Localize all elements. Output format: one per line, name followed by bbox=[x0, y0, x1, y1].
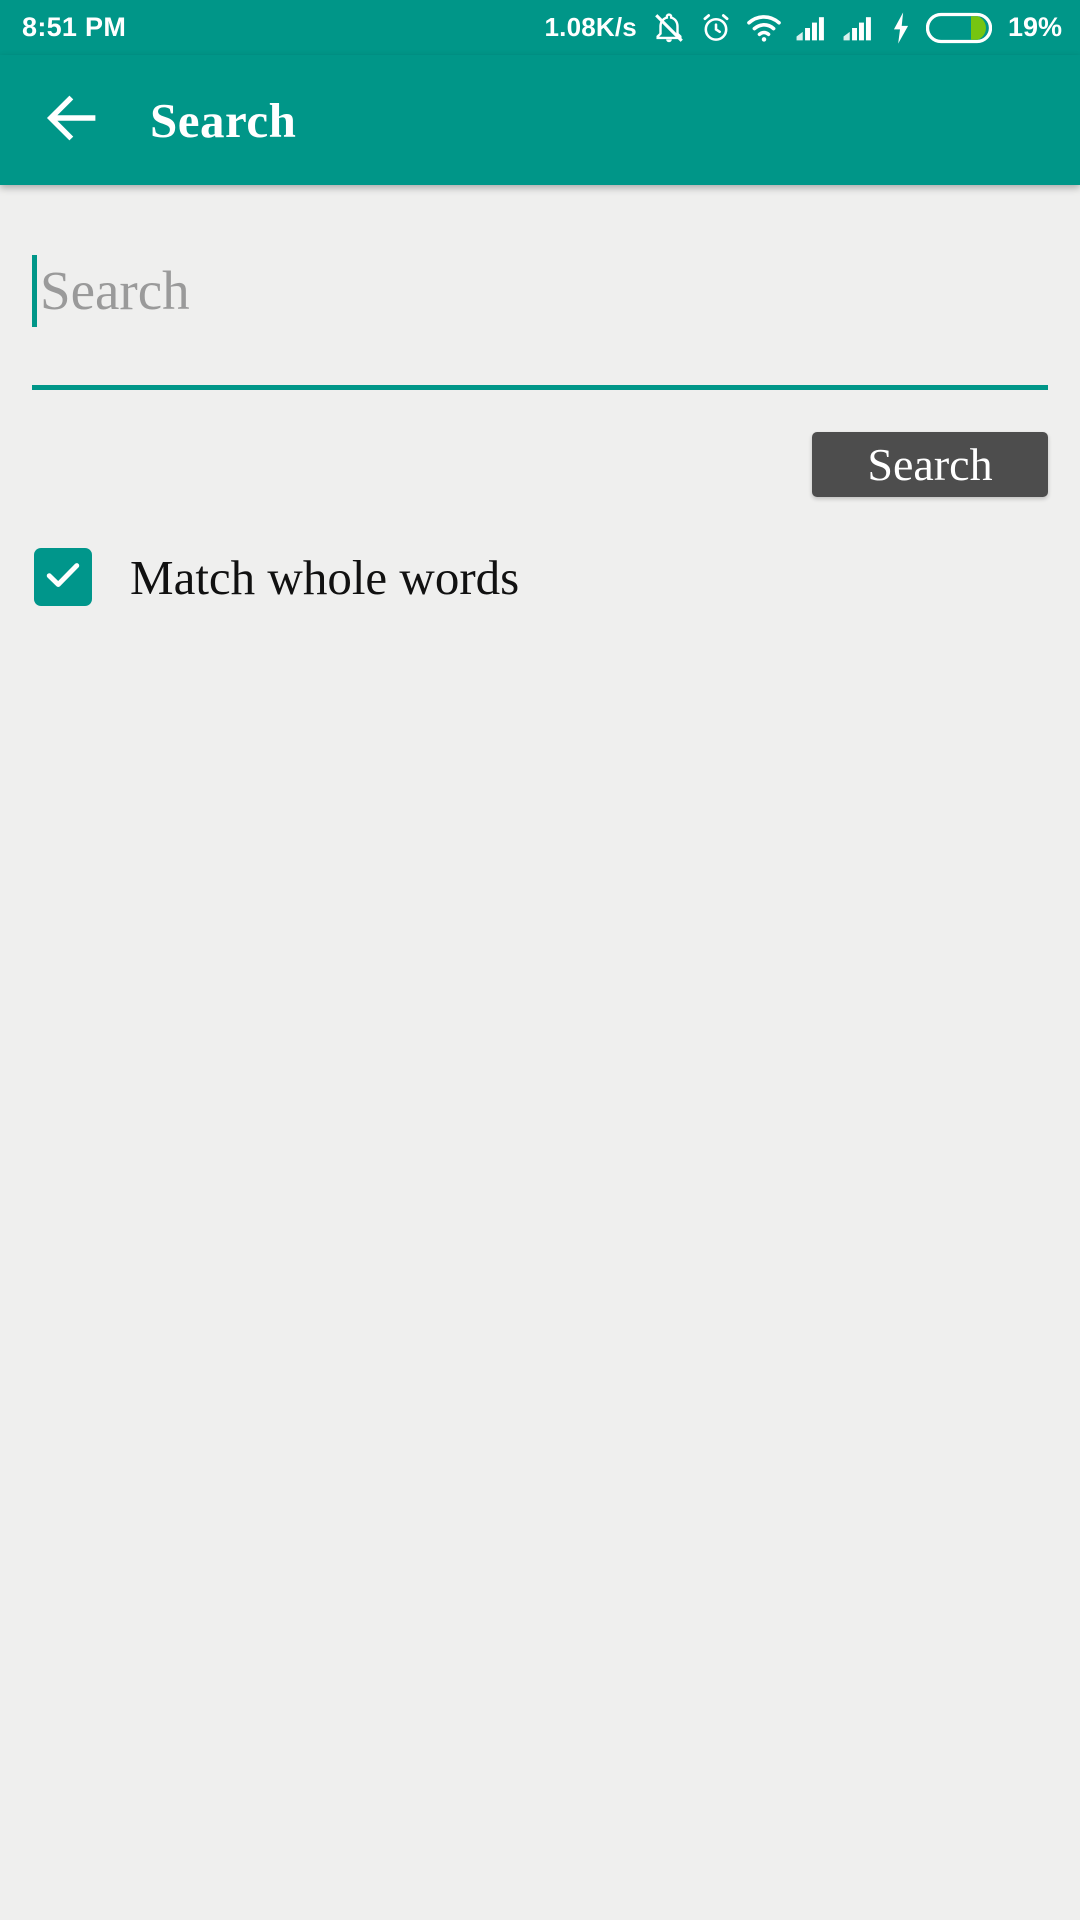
network-speed-indicator: 1.08K/s bbox=[544, 12, 637, 42]
text-caret bbox=[32, 255, 37, 327]
main-content: Search Search Match whole words bbox=[0, 185, 1080, 1920]
search-button[interactable]: Search bbox=[812, 432, 1048, 497]
battery-icon bbox=[925, 11, 993, 45]
match-whole-words-label: Match whole words bbox=[130, 549, 520, 605]
back-button[interactable] bbox=[24, 72, 120, 168]
match-whole-words-row[interactable]: Match whole words bbox=[34, 548, 519, 606]
signal-bars-2-icon bbox=[842, 13, 876, 43]
checkmark-icon bbox=[41, 553, 85, 602]
search-input-placeholder: Search bbox=[40, 260, 190, 321]
bell-muted-icon bbox=[652, 11, 686, 45]
alarm-clock-icon bbox=[699, 11, 733, 45]
status-bar-icons: 1.08K/s 19% bbox=[544, 11, 1062, 45]
status-bar-clock: 8:51 PM bbox=[22, 12, 127, 42]
wifi-icon bbox=[746, 11, 782, 45]
search-input-underline bbox=[32, 385, 1048, 390]
battery-percentage: 19% bbox=[1007, 12, 1062, 42]
signal-bars-1-icon bbox=[795, 13, 829, 43]
arrow-left-icon bbox=[41, 87, 103, 154]
match-whole-words-checkbox[interactable] bbox=[34, 548, 92, 606]
search-input[interactable]: Search bbox=[32, 245, 1048, 336]
charging-bolt-icon bbox=[889, 11, 913, 45]
app-bar: Search bbox=[0, 55, 1080, 185]
status-bar: 8:51 PM 1.08K/s 19% bbox=[0, 0, 1080, 55]
page-title: Search bbox=[150, 92, 297, 148]
